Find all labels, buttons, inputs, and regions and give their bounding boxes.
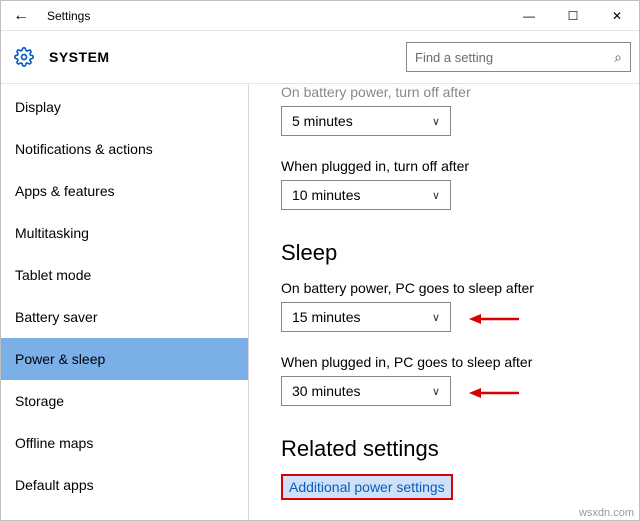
- back-button[interactable]: ←: [1, 1, 41, 31]
- sidebar-item-label: Offline maps: [15, 435, 93, 451]
- search-input[interactable]: Find a setting ⌕: [406, 42, 631, 72]
- minimize-icon: —: [523, 9, 535, 23]
- sidebar-item-label: About: [15, 519, 52, 520]
- sidebar-item-label: Storage: [15, 393, 64, 409]
- chevron-down-icon: ∨: [432, 189, 440, 202]
- sidebar-item-display[interactable]: Display: [1, 86, 248, 128]
- sidebar-item-battery-saver[interactable]: Battery saver: [1, 296, 248, 338]
- window-title: Settings: [41, 9, 507, 23]
- sleep-plugged-value: 30 minutes: [292, 383, 360, 399]
- maximize-button[interactable]: ☐: [551, 1, 595, 31]
- additional-power-settings-link[interactable]: Additional power settings: [289, 479, 445, 495]
- maximize-icon: ☐: [568, 9, 579, 23]
- sidebar-item-label: Battery saver: [15, 309, 97, 325]
- sidebar-item-label: Tablet mode: [15, 267, 91, 283]
- sidebar-item-label: Apps & features: [15, 183, 115, 199]
- additional-power-settings-highlight: Additional power settings: [281, 474, 453, 500]
- sidebar-item-default-apps[interactable]: Default apps: [1, 464, 248, 506]
- settings-window: ← Settings — ☐ ✕ SYSTEM Find a setting ⌕…: [0, 0, 640, 521]
- sidebar-item-label: Display: [15, 99, 61, 115]
- titlebar: ← Settings — ☐ ✕: [1, 1, 639, 31]
- annotation-arrow-icon: [469, 384, 519, 402]
- sidebar-item-label: Notifications & actions: [15, 141, 153, 157]
- screen-plugged-dropdown[interactable]: 10 minutes ∨: [281, 180, 451, 210]
- annotation-arrow-icon: [469, 310, 519, 328]
- sidebar-item-power-sleep[interactable]: Power & sleep: [1, 338, 248, 380]
- sidebar-item-label: Power & sleep: [15, 351, 105, 367]
- screen-battery-label-truncated: On battery power, turn off after: [281, 84, 619, 100]
- window-controls: — ☐ ✕: [507, 1, 639, 31]
- sidebar-item-storage[interactable]: Storage: [1, 380, 248, 422]
- sidebar-item-apps-features[interactable]: Apps & features: [1, 170, 248, 212]
- chevron-down-icon: ∨: [432, 115, 440, 128]
- body: Display Notifications & actions Apps & fea…: [1, 83, 639, 520]
- gear-icon: [13, 46, 35, 68]
- sidebar-item-offline-maps[interactable]: Offline maps: [1, 422, 248, 464]
- back-icon: ←: [13, 7, 29, 25]
- chevron-down-icon: ∨: [432, 385, 440, 398]
- sleep-plugged-label: When plugged in, PC goes to sleep after: [281, 354, 619, 370]
- screen-battery-value: 5 minutes: [292, 113, 353, 129]
- sleep-battery-value: 15 minutes: [292, 309, 360, 325]
- screen-battery-dropdown[interactable]: 5 minutes ∨: [281, 106, 451, 136]
- close-button[interactable]: ✕: [595, 1, 639, 31]
- screen-plugged-label: When plugged in, turn off after: [281, 158, 619, 174]
- sleep-battery-label: On battery power, PC goes to sleep after: [281, 280, 619, 296]
- page-title: SYSTEM: [49, 49, 406, 65]
- search-icon: ⌕: [614, 49, 622, 66]
- sidebar-item-label: Default apps: [15, 477, 94, 493]
- sidebar-item-label: Multitasking: [15, 225, 89, 241]
- sidebar-item-multitasking[interactable]: Multitasking: [1, 212, 248, 254]
- related-heading: Related settings: [281, 436, 619, 462]
- close-icon: ✕: [612, 9, 622, 23]
- screen-plugged-value: 10 minutes: [292, 187, 360, 203]
- chevron-down-icon: ∨: [432, 311, 440, 324]
- sidebar-item-tablet-mode[interactable]: Tablet mode: [1, 254, 248, 296]
- header: SYSTEM Find a setting ⌕: [1, 31, 639, 83]
- sleep-battery-dropdown[interactable]: 15 minutes ∨: [281, 302, 451, 332]
- minimize-button[interactable]: —: [507, 1, 551, 31]
- content-pane[interactable]: On battery power, turn off after 5 minut…: [249, 84, 639, 520]
- sidebar-item-notifications-actions[interactable]: Notifications & actions: [1, 128, 248, 170]
- sleep-heading: Sleep: [281, 240, 619, 266]
- sidebar[interactable]: Display Notifications & actions Apps & fea…: [1, 84, 249, 520]
- search-placeholder: Find a setting: [415, 50, 614, 65]
- sleep-plugged-dropdown[interactable]: 30 minutes ∨: [281, 376, 451, 406]
- sidebar-item-about[interactable]: About: [1, 506, 248, 520]
